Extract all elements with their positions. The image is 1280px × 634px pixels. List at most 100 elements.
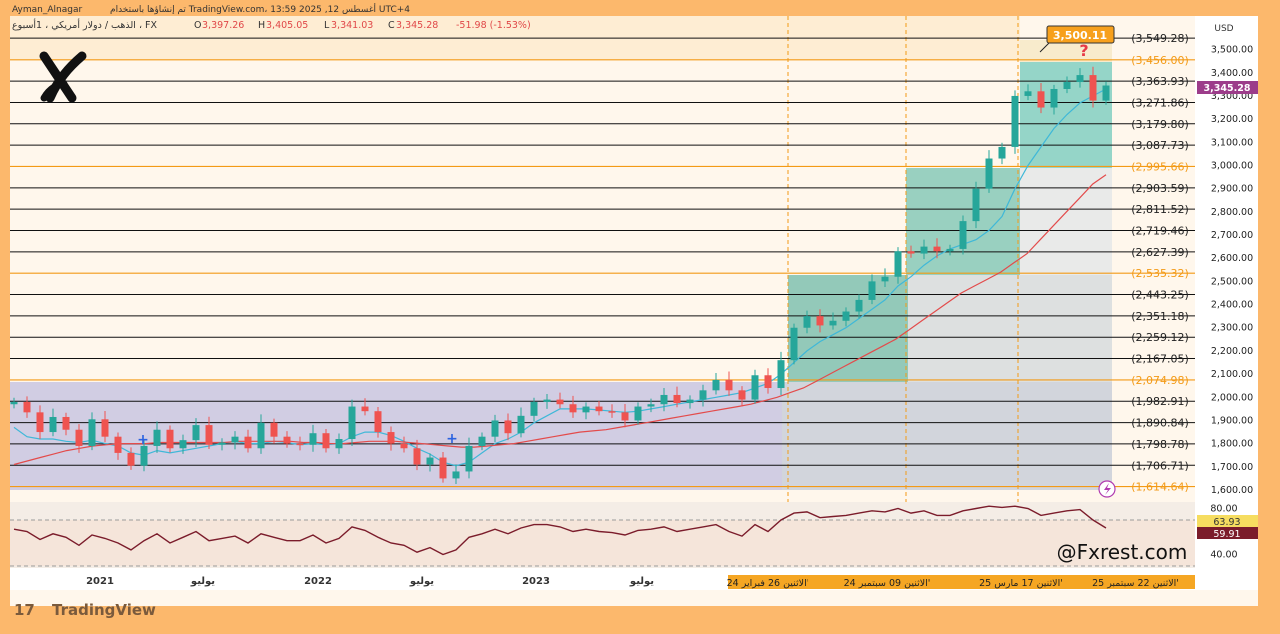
candle-body [751,375,759,400]
candle-body [270,422,278,437]
ohlc-close: 3,345.28 [396,20,438,31]
candle-body [36,412,44,433]
time-tick: يوليو [409,576,434,587]
rsi-badge-1: 63.93 [1213,517,1240,528]
cross-marker: + [446,431,458,447]
candle-body [1050,88,1058,108]
level-label: (2,535.32) [1131,267,1189,280]
level-label: (3,179.80) [1131,118,1189,131]
candle-body [1089,75,1097,101]
cross-marker: + [137,432,149,448]
candle-body [582,406,590,413]
rsi-band [10,520,1195,566]
price-tick: 3,000.00 [1211,160,1253,171]
candle-body [1024,91,1032,96]
candle-body [205,425,213,445]
level-label: (2,811.52) [1131,203,1189,216]
svg-text:C: C [388,20,395,31]
level-label: (2,719.46) [1131,225,1189,238]
candle-body [660,394,668,405]
candle-body [556,399,564,405]
level-label: (2,903.59) [1131,182,1189,195]
candle-body [517,415,525,434]
candle-body [881,276,889,282]
time-tick: يوليو [190,576,215,587]
level-label: (3,363.93) [1131,75,1189,88]
rsi-tick: 80.00 [1210,504,1237,515]
candle-body [972,188,980,222]
candle-body [335,439,343,449]
currency-label: USD [1214,24,1233,34]
price-tick: 1,700.00 [1211,462,1253,473]
price-tick: 3,200.00 [1211,114,1253,125]
candle-body [634,406,642,421]
candle-body [192,425,200,441]
price-tick: 1,800.00 [1211,439,1253,450]
lightning-icon[interactable] [1098,480,1116,498]
candle-body [439,457,447,479]
publish-info: تم إنشاؤها باستخدام TradingView.com، 13:… [110,3,410,15]
level-label: (2,627.39) [1131,246,1189,259]
level-label: (3,087.73) [1131,139,1189,152]
candle-body [868,281,876,300]
candle-body [621,412,629,421]
price-tick: 3,400.00 [1211,68,1253,79]
candle-body [803,316,811,328]
time-tick: يوليو [629,576,654,587]
watermark-text: @Fxrest.com [1057,540,1188,564]
candle-body [790,327,798,361]
candle-body [478,436,486,446]
price-tick: 2,300.00 [1211,323,1253,334]
svg-text:O: O [194,20,201,31]
candle-body [218,442,226,445]
candle-body [504,420,512,434]
candle-body [686,399,694,404]
date-labels: الاثنين 26 فبراير 24' الاثنين 09 سبتمبر 2… [727,575,1195,589]
candle-body [400,443,408,449]
candle-body [348,406,356,440]
candle-body [88,419,96,446]
ohlc-low: 3,341.03 [331,20,373,31]
price-tick: 2,900.00 [1211,184,1253,195]
candle-body [673,394,681,404]
candle-body [1102,85,1110,101]
candle-body [1011,95,1019,147]
author-name: Ayman_Alnagar [12,5,82,15]
candle-body [608,411,616,413]
level-label: (2,167.05) [1131,353,1189,366]
candle-body [153,429,161,446]
candle-body [725,379,733,391]
price-tick: 1,600.00 [1211,485,1253,496]
level-label: (2,259.12) [1131,331,1189,344]
candle-body [946,248,954,252]
price-tick: 2,800.00 [1211,207,1253,218]
candle-body [413,448,421,465]
zone-base-right [782,382,1112,490]
candle-body [699,390,707,400]
level-label: (3,456.00) [1131,54,1189,67]
chart-canvas[interactable]: (3,549.28) (3,456.00) (3,363.93) (3,271.86)… [0,0,1280,630]
candle-body [283,436,291,444]
candle-body [647,404,655,407]
candle-body [257,422,265,449]
candle-body [777,360,785,389]
candle-body [322,433,330,449]
candle-body [75,429,83,446]
price-tick: 1,900.00 [1211,415,1253,426]
svg-text:L: L [324,20,330,31]
candle-body [179,440,187,449]
candle-body [933,246,941,252]
price-tick: 2,700.00 [1211,230,1253,241]
candle-body [894,251,902,277]
symbol-name: الذهب / دولار أمريكي ، 1أسبوع ، FX [12,18,157,31]
candle-body [491,420,499,437]
ohlc-high: 3,405.05 [266,20,308,31]
candle-body [426,457,434,465]
candle-body [530,401,538,416]
price-tick: 2,500.00 [1211,276,1253,287]
candle-body [543,399,551,402]
candle-body [10,401,18,405]
price-tick: 2,400.00 [1211,300,1253,311]
candle-body [816,316,824,326]
rsi-tick: 40.00 [1210,550,1237,561]
